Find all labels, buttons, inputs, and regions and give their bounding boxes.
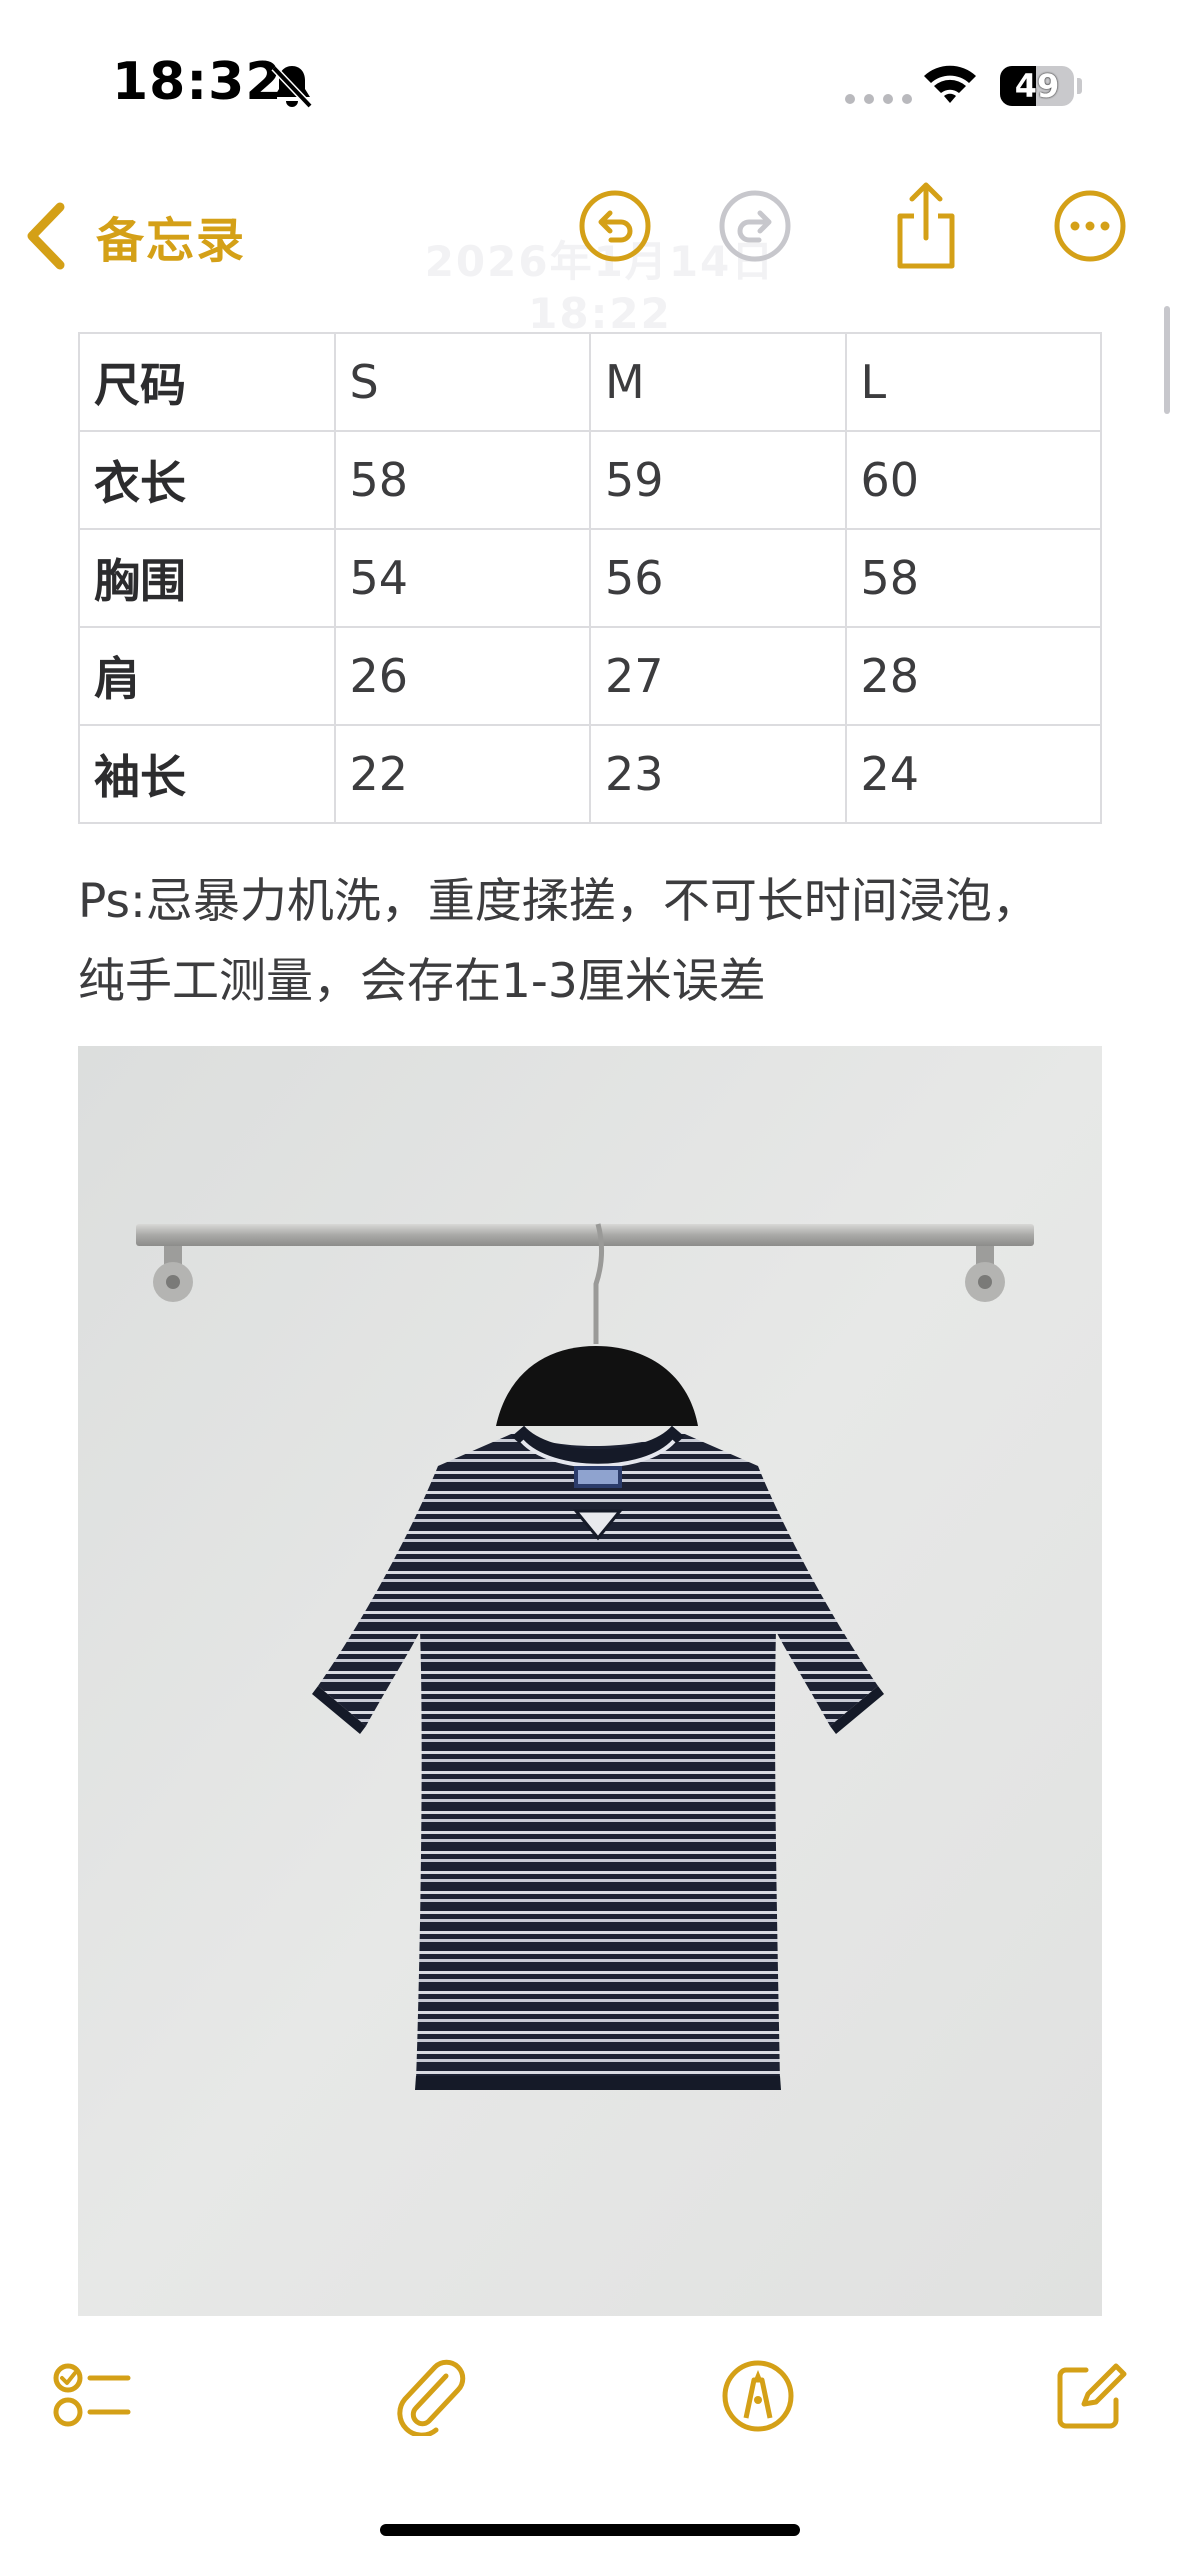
- size-table: 尺码 S M L 衣长 58 59 60 胸围 54 56 58 肩 26 27…: [78, 332, 1102, 824]
- table-cell[interactable]: 58: [844, 528, 1102, 628]
- status-time: 18:32: [112, 52, 283, 112]
- table-cell[interactable]: 23: [589, 724, 847, 824]
- table-cell[interactable]: 24: [844, 724, 1102, 824]
- table-cell[interactable]: 22: [333, 724, 591, 824]
- battery-cap: [1077, 78, 1082, 94]
- table-cell[interactable]: 59: [589, 430, 847, 530]
- checklist-icon[interactable]: [52, 2356, 132, 2436]
- battery-indicator: 49: [1000, 66, 1074, 106]
- table-cell[interactable]: L: [844, 332, 1102, 432]
- status-bar: 18:32 49: [0, 0, 1179, 170]
- table-row: 袖长 22 23 24: [78, 724, 1102, 824]
- undo-icon[interactable]: [577, 188, 653, 264]
- battery-percent: 49: [1014, 67, 1060, 105]
- table-cell[interactable]: S: [333, 332, 591, 432]
- table-cell[interactable]: 尺码: [78, 332, 336, 432]
- scroll-indicator[interactable]: [1164, 306, 1170, 414]
- navigation-bar: 备忘录 2026年1月14日 18:22: [0, 170, 1179, 338]
- cellular-signal-icon: [845, 94, 912, 104]
- table-cell[interactable]: 60: [844, 430, 1102, 530]
- home-indicator[interactable]: [380, 2524, 800, 2536]
- share-icon[interactable]: [888, 178, 964, 274]
- table-cell[interactable]: M: [589, 332, 847, 432]
- table-cell[interactable]: 胸围: [78, 528, 336, 628]
- redo-icon[interactable]: [717, 188, 793, 264]
- table-cell[interactable]: 56: [589, 528, 847, 628]
- markup-pen-icon[interactable]: [718, 2356, 798, 2436]
- note-line: Ps:忌暴力机洗，重度揉搓，不可长时间浸泡，: [78, 874, 1039, 929]
- table-row: 胸围 54 56 58: [78, 528, 1102, 628]
- bell-slash-icon: [271, 65, 313, 109]
- table-cell[interactable]: 26: [333, 626, 591, 726]
- table-cell[interactable]: 衣长: [78, 430, 336, 530]
- back-label: 备忘录: [96, 213, 247, 269]
- note-body-text[interactable]: Ps:忌暴力机洗，重度揉搓，不可长时间浸泡， 纯手工测量，会存在1-3厘米误差: [78, 862, 1138, 1022]
- table-row: 肩 26 27 28: [78, 626, 1102, 726]
- table-row: 衣长 58 59 60: [78, 430, 1102, 530]
- ellipsis-circle-icon[interactable]: [1052, 188, 1128, 264]
- table-cell[interactable]: 54: [333, 528, 591, 628]
- product-photo[interactable]: [78, 1046, 1102, 2316]
- table-cell[interactable]: 28: [844, 626, 1102, 726]
- table-row: 尺码 S M L: [78, 332, 1102, 432]
- table-cell[interactable]: 27: [589, 626, 847, 726]
- compose-icon[interactable]: [1050, 2356, 1130, 2436]
- striped-tshirt-image: [78, 1046, 1102, 2316]
- bottom-toolbar: [0, 2330, 1179, 2470]
- note-line: 纯手工测量，会存在1-3厘米误差: [78, 954, 766, 1009]
- table-cell[interactable]: 肩: [78, 626, 336, 726]
- table-cell[interactable]: 58: [333, 430, 591, 530]
- wifi-icon: [924, 65, 976, 103]
- chevron-left-icon: [27, 202, 65, 270]
- paperclip-icon[interactable]: [390, 2356, 470, 2436]
- table-cell[interactable]: 袖长: [78, 724, 336, 824]
- back-button[interactable]: 备忘录: [24, 196, 246, 276]
